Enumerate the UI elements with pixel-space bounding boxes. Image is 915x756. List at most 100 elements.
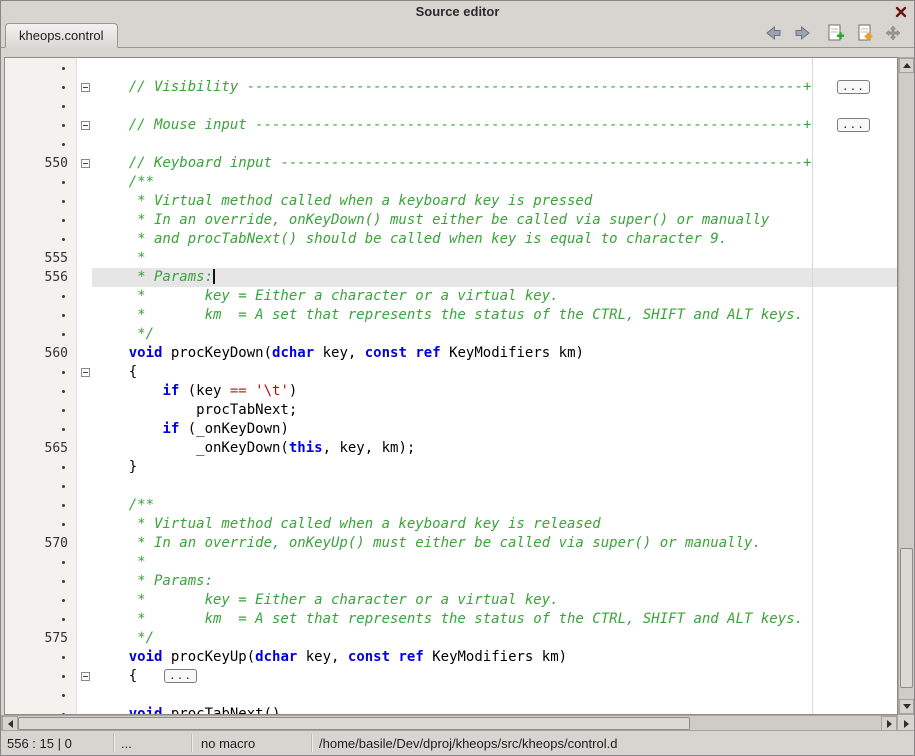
code-line[interactable]: void procKeyUp(dchar key, const ref KeyM… xyxy=(92,648,897,667)
collapsed-block-ellipsis[interactable]: ... xyxy=(164,669,197,683)
detach-move-button[interactable] xyxy=(884,24,902,46)
line-dot-icon xyxy=(62,561,65,564)
fold-cell xyxy=(78,344,92,363)
code-line[interactable]: if (_onKeyDown) xyxy=(92,420,897,439)
fold-marker[interactable] xyxy=(81,672,90,681)
code-line[interactable]: { xyxy=(92,363,897,382)
document-new-button[interactable] xyxy=(824,24,846,46)
nav-forward-button[interactable] xyxy=(792,24,814,46)
scroll-left-button[interactable] xyxy=(2,716,18,731)
code-line[interactable]: // Keyboard input ----------------------… xyxy=(92,154,897,173)
fold-marker[interactable] xyxy=(81,83,90,92)
code-line[interactable]: /** xyxy=(92,496,897,515)
line-dot-icon xyxy=(62,86,65,89)
code-token: procKeyDown( xyxy=(162,345,272,361)
tab-kheops-control[interactable]: kheops.control xyxy=(5,23,118,48)
code-line[interactable]: _onKeyDown(this, key, km); xyxy=(92,439,897,458)
fold-marker[interactable] xyxy=(81,159,90,168)
code-line[interactable]: * Virtual method called when a keyboard … xyxy=(92,192,897,211)
code-line[interactable]: */ xyxy=(92,629,897,648)
collapsed-block-ellipsis[interactable]: ... xyxy=(837,80,870,94)
code-line[interactable]: procTabNext; xyxy=(92,401,897,420)
code-line[interactable]: } xyxy=(92,458,897,477)
code-line[interactable] xyxy=(92,477,897,496)
code-token: procKeyUp( xyxy=(162,649,255,665)
fold-cell xyxy=(78,401,92,420)
code-token: /** xyxy=(95,174,154,190)
code-line[interactable]: {... xyxy=(92,667,897,686)
line-number: 556 xyxy=(5,268,76,287)
code-line[interactable]: */ xyxy=(92,325,897,344)
code-token: * km = A set that represents the status … xyxy=(95,611,803,627)
code-line[interactable]: * and procTabNext() should be called whe… xyxy=(92,230,897,249)
vertical-scrollbar-thumb[interactable] xyxy=(900,548,913,688)
gutter-dot xyxy=(5,572,76,591)
line-number: 560 xyxy=(5,344,76,363)
code-line[interactable]: if (key == '\t') xyxy=(92,382,897,401)
fold-cell xyxy=(78,534,92,553)
line-dot-icon xyxy=(62,314,65,317)
code-editor[interactable]: 550555556560565570575 // Visibility ----… xyxy=(4,57,898,715)
code-line[interactable] xyxy=(92,686,897,705)
file-path-status: /home/basile/Dev/dproj/kheops/src/kheops… xyxy=(319,736,617,751)
line-dot-icon xyxy=(62,333,65,336)
code-line[interactable]: * km = A set that represents the status … xyxy=(92,306,897,325)
code-line[interactable] xyxy=(92,97,897,116)
gutter-dot xyxy=(5,230,76,249)
line-dot-icon xyxy=(62,675,65,678)
code-line[interactable]: * Virtual method called when a keyboard … xyxy=(92,515,897,534)
collapsed-block-ellipsis[interactable]: ... xyxy=(837,118,870,132)
document-save-button[interactable] xyxy=(854,24,876,46)
fold-cell xyxy=(78,97,92,116)
code-line[interactable]: * key = Either a character or a virtual … xyxy=(92,287,897,306)
fold-cell xyxy=(78,496,92,515)
nav-back-button[interactable] xyxy=(762,24,784,46)
title-bar[interactable]: Source editor xyxy=(1,1,914,22)
code-column[interactable]: // Visibility --------------------------… xyxy=(92,58,897,714)
code-line[interactable]: * In an override, onKeyDown() must eithe… xyxy=(92,211,897,230)
gutter-dot xyxy=(5,192,76,211)
fold-cell xyxy=(78,287,92,306)
line-dot-icon xyxy=(62,523,65,526)
code-token: '\t' xyxy=(255,383,289,399)
fold-cell xyxy=(78,306,92,325)
code-line[interactable]: * In an override, onKeyUp() must either … xyxy=(92,534,897,553)
close-button[interactable] xyxy=(893,4,909,20)
code-token: procTabNext; xyxy=(95,402,297,418)
code-line[interactable]: void procKeyDown(dchar key, const ref Ke… xyxy=(92,344,897,363)
fold-cell xyxy=(78,249,92,268)
code-line[interactable]: * key = Either a character or a virtual … xyxy=(92,591,897,610)
fold-marker[interactable] xyxy=(81,121,90,130)
code-line[interactable]: * xyxy=(92,249,897,268)
code-token: void xyxy=(129,649,163,665)
code-token: * Params: xyxy=(95,573,213,589)
code-line[interactable]: * Params: xyxy=(92,572,897,591)
code-token: * xyxy=(95,554,146,570)
gutter-dot xyxy=(5,78,76,97)
code-line[interactable]: // Visibility --------------------------… xyxy=(92,78,897,97)
code-token: const xyxy=(348,649,390,665)
code-line[interactable]: * xyxy=(92,553,897,572)
code-token xyxy=(95,706,129,715)
code-line[interactable]: * km = A set that represents the status … xyxy=(92,610,897,629)
scroll-right-button[interactable] xyxy=(881,716,897,731)
code-line[interactable]: // Mouse input -------------------------… xyxy=(92,116,897,135)
code-token: * xyxy=(95,250,146,266)
line-dot-icon xyxy=(62,580,65,583)
horizontal-scrollbar-thumb[interactable] xyxy=(18,717,690,730)
code-line[interactable] xyxy=(92,59,897,78)
code-line[interactable]: /** xyxy=(92,173,897,192)
code-token: * key = Either a character or a virtual … xyxy=(95,288,559,304)
scroll-up-button[interactable] xyxy=(899,58,914,73)
fold-marker[interactable] xyxy=(81,368,90,377)
fold-cell xyxy=(78,553,92,572)
gutter-dot xyxy=(5,667,76,686)
vertical-scrollbar[interactable] xyxy=(898,57,915,715)
code-line[interactable]: void procTabNext() xyxy=(92,705,897,715)
code-line[interactable]: * Params: xyxy=(92,268,897,287)
gutter-dot xyxy=(5,211,76,230)
scroll-down-button[interactable] xyxy=(899,699,914,714)
code-token xyxy=(95,345,129,361)
line-dot-icon xyxy=(62,618,65,621)
code-line[interactable] xyxy=(92,135,897,154)
